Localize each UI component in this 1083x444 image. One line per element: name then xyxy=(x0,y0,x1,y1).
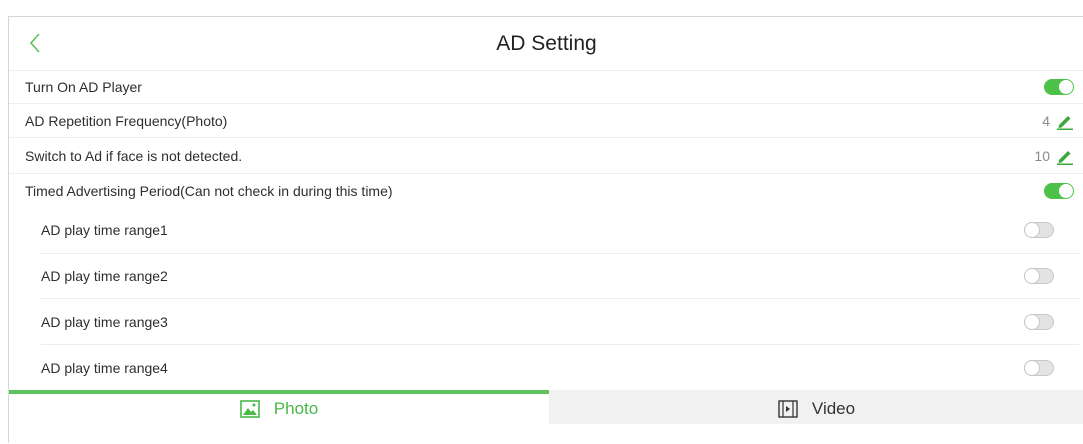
ad-player-toggle[interactable] xyxy=(1044,79,1074,95)
media-tabs: Photo Video xyxy=(9,390,1083,444)
tab-photo[interactable]: Photo xyxy=(9,390,549,424)
setting-row-ad-player[interactable]: Turn On AD Player xyxy=(9,70,1083,103)
time-range-label: AD play time range2 xyxy=(41,268,168,284)
time-range-row-3[interactable]: AD play time range3 xyxy=(9,299,1083,344)
time-range-row-2[interactable]: AD play time range2 xyxy=(9,254,1083,298)
setting-row-timed-advertising[interactable]: Timed Advertising Period(Can not check i… xyxy=(9,173,1083,207)
header: AD Setting xyxy=(9,17,1083,70)
time-range-3-toggle[interactable] xyxy=(1024,313,1054,330)
tab-video[interactable]: Video xyxy=(549,390,1083,424)
repetition-frequency-value: 4 xyxy=(1042,112,1050,129)
switch-to-ad-value: 10 xyxy=(1034,147,1050,164)
time-range-row-1[interactable]: AD play time range1 xyxy=(9,207,1083,253)
setting-label: Timed Advertising Period(Can not check i… xyxy=(25,182,393,199)
timed-advertising-toggle[interactable] xyxy=(1044,182,1074,199)
image-icon xyxy=(239,400,260,418)
setting-label: Turn On AD Player xyxy=(25,79,142,95)
edit-pencil-icon[interactable] xyxy=(1056,147,1074,165)
time-range-row-4[interactable]: AD play time range4 xyxy=(9,345,1083,390)
setting-label: AD Repetition Frequency(Photo) xyxy=(25,112,228,129)
time-range-1-toggle[interactable] xyxy=(1024,222,1054,238)
setting-row-repetition-frequency[interactable]: AD Repetition Frequency(Photo) 4 xyxy=(9,103,1083,137)
time-range-4-toggle[interactable] xyxy=(1024,359,1054,376)
edit-pencil-icon[interactable] xyxy=(1056,112,1074,130)
time-range-label: AD play time range3 xyxy=(41,313,168,330)
tab-label: Photo xyxy=(273,399,319,418)
setting-label: Switch to Ad if face is not detected. xyxy=(25,147,243,164)
ad-setting-screen: AD Setting Turn On AD Player AD Repetiti… xyxy=(8,16,1083,443)
time-range-2-toggle[interactable] xyxy=(1024,268,1054,284)
tab-label: Video xyxy=(811,399,856,418)
film-icon xyxy=(778,400,798,418)
time-range-label: AD play time range4 xyxy=(41,359,168,376)
setting-row-switch-to-ad[interactable]: Switch to Ad if face is not detected. 10 xyxy=(9,137,1083,173)
page-title: AD Setting xyxy=(496,32,597,55)
time-range-label: AD play time range1 xyxy=(41,222,168,238)
